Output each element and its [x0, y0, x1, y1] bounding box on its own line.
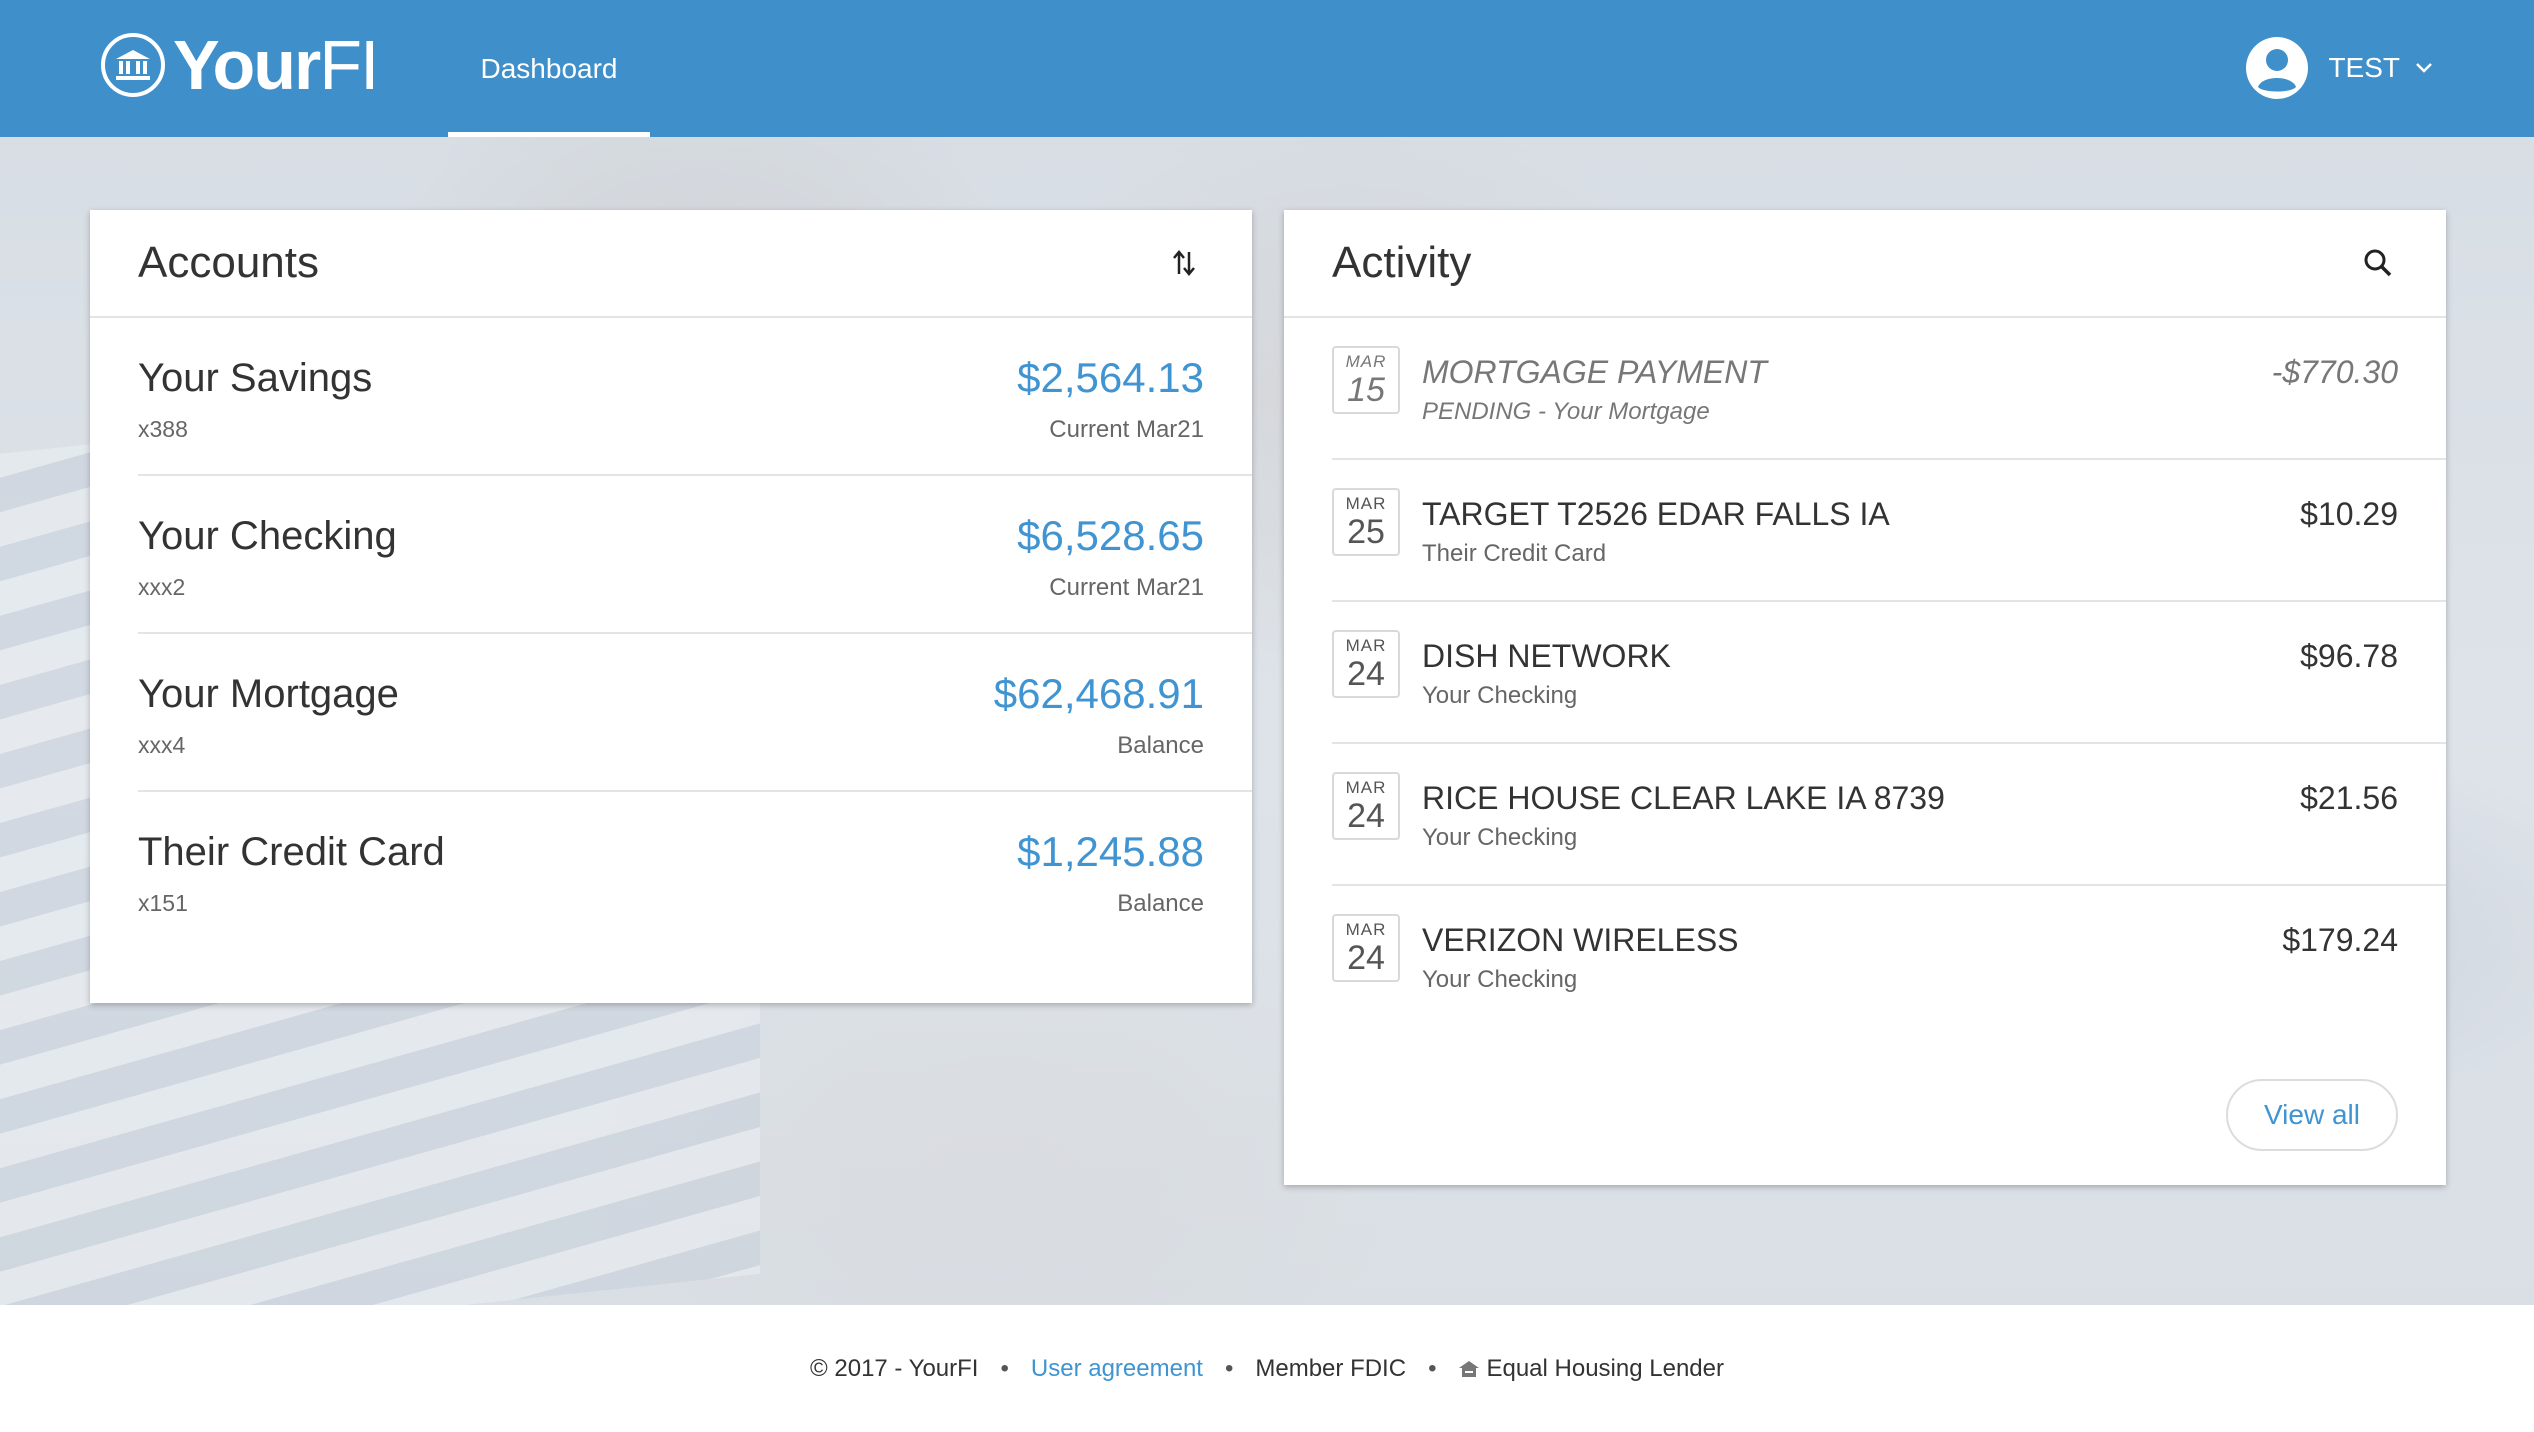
transaction-amount: $179.24 [2282, 922, 2398, 958]
account-amount: $2,564.13 [1017, 354, 1204, 401]
account-name: Their Credit Card [138, 830, 445, 874]
account-status: Balance [1117, 732, 1204, 759]
transaction-amount: $10.29 [2300, 496, 2398, 532]
view-all-button[interactable]: View all [2226, 1079, 2398, 1151]
activity-header: Activity [1284, 210, 2446, 318]
account-status: Balance [1117, 890, 1204, 917]
copyright: © 2017 - YourFI [810, 1354, 979, 1382]
top-bar: YourFI Dashboard TEST [0, 0, 2534, 137]
user-name: TEST [2328, 52, 2400, 83]
tab-dashboard[interactable]: Dashboard [448, 0, 650, 137]
transaction-amount: $21.56 [2300, 780, 2398, 816]
transaction-row[interactable]: MAR 25 TARGET T2526 EDAR FALLS IA Their … [1332, 460, 2446, 602]
transaction-description: MORTGAGE PAYMENT [1422, 354, 1767, 390]
date-day: 24 [1347, 797, 1385, 835]
transaction-amount: -$770.30 [2271, 354, 2398, 390]
date-month: MAR [1345, 778, 1387, 797]
chevron-down-icon [2416, 63, 2432, 73]
transaction-account: Their Credit Card [1422, 540, 1607, 567]
account-number: xxx4 [138, 732, 186, 758]
search-button[interactable] [2358, 243, 2398, 283]
transaction-account: PENDING - Your Mortgage [1422, 398, 1710, 425]
transaction-row[interactable]: MAR 15 MORTGAGE PAYMENT PENDING - Your M… [1332, 318, 2446, 460]
date-day: 25 [1347, 513, 1385, 551]
transaction-description: RICE HOUSE CLEAR LAKE IA 8739 [1422, 780, 1945, 816]
account-number: x388 [138, 416, 188, 442]
transaction-description: DISH NETWORK [1422, 638, 1671, 674]
tab-dashboard-label: Dashboard [480, 52, 618, 84]
date-day: 24 [1347, 939, 1385, 977]
bank-icon [101, 33, 165, 97]
user-agreement-link[interactable]: User agreement [1031, 1355, 1203, 1383]
date-badge: MAR 15 [1332, 346, 1400, 414]
search-icon [2364, 249, 2392, 277]
account-amount: $62,468.91 [993, 670, 1204, 717]
account-number: xxx2 [138, 574, 186, 600]
date-day: 15 [1347, 371, 1385, 409]
logo-text: YourFI [173, 26, 379, 104]
date-badge: MAR 25 [1332, 488, 1400, 556]
accounts-card: Accounts Your Savings x388 $2,564.13 Cur… [90, 210, 1252, 1003]
account-row[interactable]: Your Mortgage xxx4 $62,468.91 Balance [138, 634, 1252, 792]
transaction-description: TARGET T2526 EDAR FALLS IA [1422, 496, 1890, 532]
account-name: Your Savings [138, 356, 373, 400]
account-name: Your Checking [138, 514, 397, 558]
accounts-header: Accounts [90, 210, 1252, 318]
footer-separator: • [1428, 1354, 1437, 1382]
date-badge: MAR 24 [1332, 772, 1400, 840]
transaction-account: Your Checking [1422, 824, 1578, 851]
date-month: MAR [1345, 494, 1387, 513]
logo[interactable]: YourFI [101, 26, 379, 104]
sort-button[interactable] [1164, 243, 1204, 283]
transaction-account: Your Checking [1422, 682, 1578, 709]
date-month: MAR [1345, 636, 1387, 655]
transaction-account: Your Checking [1422, 966, 1578, 993]
house-icon [1459, 1360, 1480, 1377]
account-amount: $6,528.65 [1017, 512, 1204, 559]
date-month: MAR [1345, 352, 1387, 371]
transaction-amount: $96.78 [2300, 638, 2398, 674]
date-day: 24 [1347, 655, 1385, 693]
activity-title: Activity [1332, 238, 1472, 287]
account-row[interactable]: Your Checking xxx2 $6,528.65 Current Mar… [138, 476, 1252, 634]
footer-separator: • [1000, 1354, 1009, 1382]
date-badge: MAR 24 [1332, 630, 1400, 698]
user-avatar-icon [2246, 37, 2309, 99]
transaction-row[interactable]: MAR 24 DISH NETWORK Your Checking $96.78 [1332, 602, 2446, 744]
sort-icon [1173, 250, 1195, 276]
user-menu[interactable]: TEST [2246, 36, 2434, 100]
account-amount: $1,245.88 [1017, 828, 1204, 875]
date-badge: MAR 24 [1332, 914, 1400, 982]
footer-separator: • [1224, 1354, 1234, 1382]
date-month: MAR [1345, 920, 1387, 939]
transaction-description: VERIZON WIRELESS [1422, 922, 1739, 958]
transaction-row[interactable]: MAR 24 RICE HOUSE CLEAR LAKE IA 8739 You… [1332, 744, 2446, 886]
member-fdic: Member FDIC [1255, 1354, 1407, 1382]
equal-housing-lender: Equal Housing Lender [1486, 1354, 1724, 1382]
account-row[interactable]: Your Savings x388 $2,564.13 Current Mar2… [138, 318, 1252, 476]
account-name: Your Mortgage [138, 672, 399, 716]
transaction-row[interactable]: MAR 24 VERIZON WIRELESS Your Checking $1… [1332, 886, 2446, 1026]
account-row[interactable]: Their Credit Card x151 $1,245.88 Balance [138, 792, 1252, 948]
accounts-title: Accounts [138, 238, 319, 287]
activity-card: Activity MAR 15 MORTGAGE PAYMENT PENDING… [1284, 210, 2446, 1185]
footer: © 2017 - YourFI • User agreement • Membe… [0, 1305, 2534, 1432]
account-number: x151 [138, 890, 188, 916]
account-status: Current Mar21 [1049, 416, 1204, 443]
active-tab-indicator [448, 132, 650, 137]
account-status: Current Mar21 [1049, 574, 1204, 601]
